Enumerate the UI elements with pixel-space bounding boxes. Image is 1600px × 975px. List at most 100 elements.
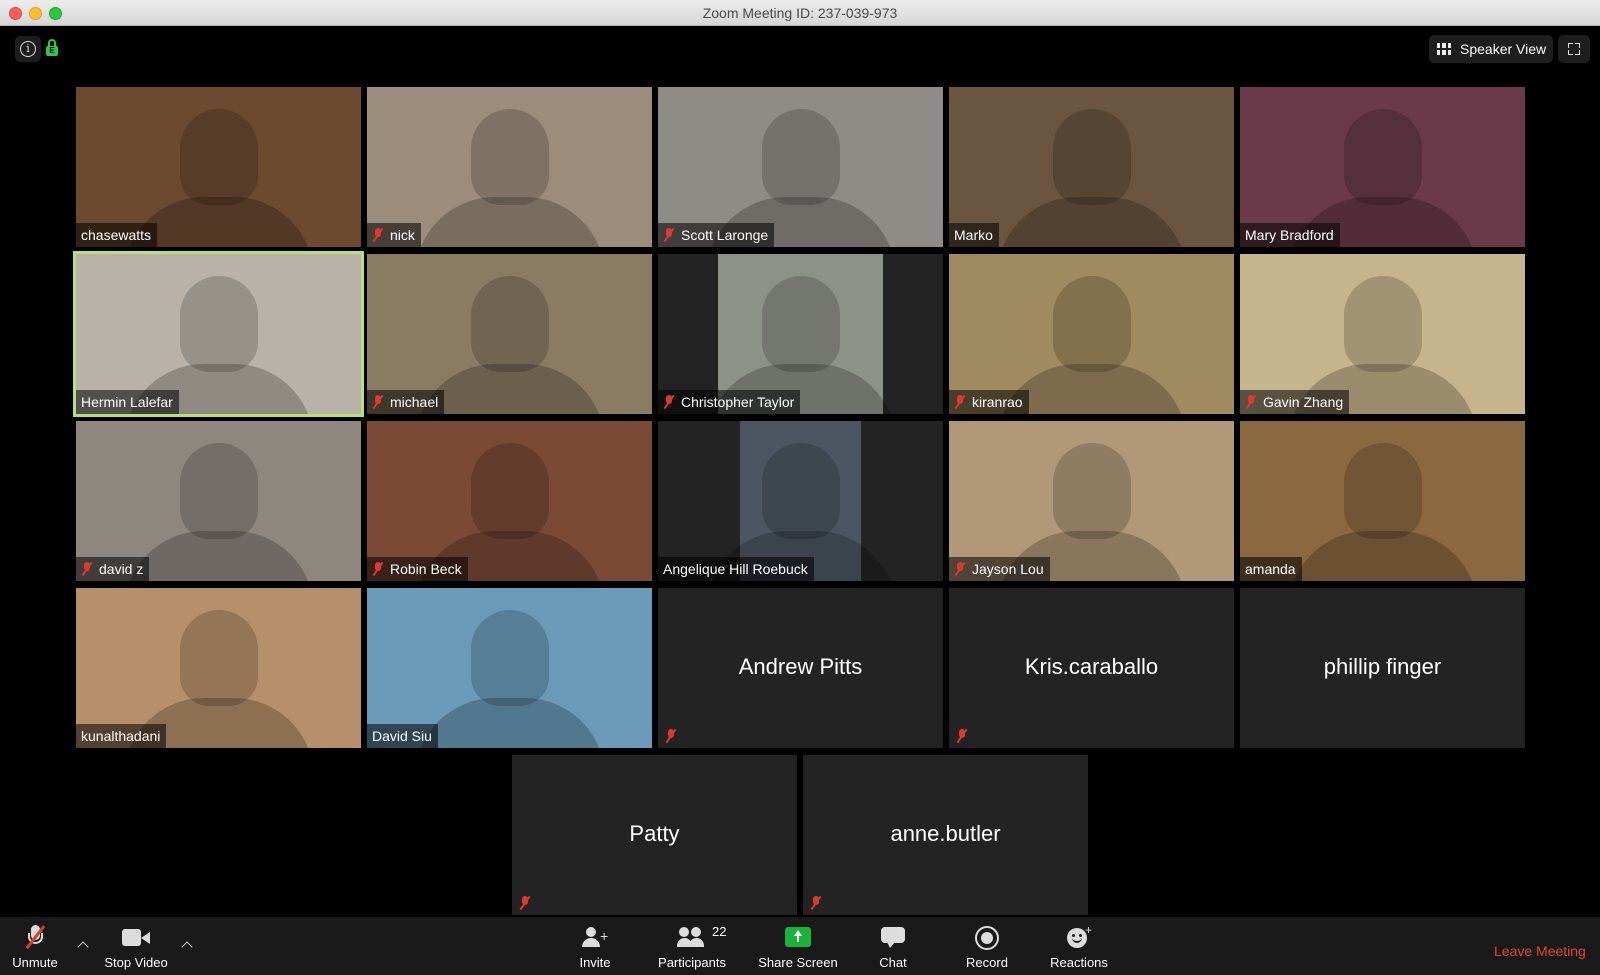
microphone-muted-icon: [372, 562, 384, 576]
participant-name-tag: Jayson Lou: [949, 557, 1050, 581]
participant-name: Scott Laronge: [681, 227, 769, 243]
participant-name-tag: [658, 724, 689, 748]
encryption-lock-icon[interactable]: E: [46, 39, 58, 57]
participant-name-tag: amanda: [1240, 557, 1302, 581]
participant-name: David Siu: [372, 728, 432, 744]
microphone-muted-icon: [663, 228, 675, 242]
participant-name-tag: kunalthadani: [76, 724, 167, 748]
participant-tile[interactable]: David Siu: [367, 588, 652, 748]
participant-tile[interactable]: kiranrao: [949, 254, 1234, 414]
leave-meeting-button[interactable]: Leave Meeting: [1494, 943, 1586, 959]
fullscreen-button[interactable]: [1558, 35, 1590, 63]
stop-video-label: Stop Video: [104, 955, 168, 970]
unmute-button[interactable]: Unmute: [6, 917, 64, 975]
unmute-label: Unmute: [12, 955, 58, 970]
participant-tile[interactable]: michael: [367, 254, 652, 414]
participant-tile[interactable]: Andrew Pitts: [658, 588, 943, 748]
participant-name: Gavin Zhang: [1263, 394, 1344, 410]
participant-name-tag: Marko: [949, 223, 999, 247]
invite-label: Invite: [579, 955, 611, 970]
record-button[interactable]: Record: [962, 917, 1012, 975]
meeting-info-button[interactable]: i: [15, 36, 41, 62]
participant-name: kunalthadani: [81, 728, 161, 744]
microphone-muted-icon: [954, 395, 966, 409]
microphone-muted-icon: [810, 896, 822, 910]
participant-name-tag: michael: [367, 390, 445, 414]
participant-count: 22: [712, 924, 727, 939]
participant-tile[interactable]: Gavin Zhang: [1240, 254, 1525, 414]
participant-name: Angelique Hill Roebuck: [663, 561, 808, 577]
share-screen-button[interactable]: Share Screen: [756, 917, 840, 975]
participant-name-tag: [512, 891, 543, 915]
participant-name-tag: Robin Beck: [367, 557, 468, 581]
participant-tile[interactable]: Hermin Lalefar: [73, 251, 364, 417]
microphone-muted-icon: [372, 395, 384, 409]
participant-name: Hermin Lalefar: [81, 394, 173, 410]
participant-display-name: phillip finger: [1323, 654, 1442, 679]
participant-tile[interactable]: anne.butler: [803, 755, 1088, 915]
participant-name: chasewatts: [81, 227, 152, 243]
share-screen-icon: [785, 927, 811, 947]
participant-name: Jayson Lou: [972, 561, 1044, 577]
chat-bubble-icon: [881, 927, 905, 948]
meeting-controls-toolbar: Unmute Stop Video + Invite 22 Participan…: [0, 917, 1600, 975]
info-icon: i: [20, 41, 36, 57]
participant-name: kiranrao: [972, 394, 1023, 410]
participant-tile[interactable]: Christopher Taylor: [658, 254, 943, 414]
participant-display-name: Andrew Pitts: [738, 654, 863, 679]
video-camera-icon: [122, 929, 150, 947]
participant-name: michael: [390, 394, 439, 410]
participant-name: Mary Bradford: [1245, 227, 1334, 243]
chat-button[interactable]: Chat: [872, 917, 914, 975]
speaker-view-label: Speaker View: [1460, 41, 1547, 57]
record-icon: [975, 926, 999, 950]
microphone-muted-icon: [81, 562, 93, 576]
participant-name-tag: kiranrao: [949, 390, 1029, 414]
participant-tile[interactable]: Patty: [512, 755, 797, 915]
participant-tile[interactable]: kunalthadani: [76, 588, 361, 748]
participant-name-tag: Christopher Taylor: [658, 390, 801, 414]
participant-name-tag: Gavin Zhang: [1240, 390, 1350, 414]
participant-tile[interactable]: Kris.caraballo: [949, 588, 1234, 748]
stop-video-button[interactable]: Stop Video: [100, 917, 172, 975]
participants-label: Participants: [658, 955, 726, 970]
participant-name: nick: [390, 227, 415, 243]
microphone-muted-icon: [665, 729, 677, 743]
participant-tile[interactable]: amanda: [1240, 421, 1525, 581]
participants-button[interactable]: 22 Participants: [654, 917, 730, 975]
participant-name: Christopher Taylor: [681, 394, 795, 410]
participant-tile[interactable]: david z: [76, 421, 361, 581]
participant-display-name: anne.butler: [890, 821, 1001, 846]
participant-name: Marko: [954, 227, 993, 243]
participant-tile[interactable]: Marko: [949, 87, 1234, 247]
reactions-button[interactable]: + Reactions: [1048, 917, 1110, 975]
reactions-label: Reactions: [1050, 955, 1108, 970]
microphone-muted-icon: [956, 729, 968, 743]
participant-tile[interactable]: Jayson Lou: [949, 421, 1234, 581]
window-title: Zoom Meeting ID: 237-039-973: [702, 5, 898, 21]
video-options-chevron-icon[interactable]: [180, 939, 194, 953]
participant-tile[interactable]: Robin Beck: [367, 421, 652, 581]
microphone-muted-icon: [663, 395, 675, 409]
audio-options-chevron-icon[interactable]: [76, 939, 90, 953]
microphone-muted-icon: [954, 562, 966, 576]
participant-name-tag: [949, 724, 980, 748]
participant-name-tag: Mary Bradford: [1240, 223, 1340, 247]
participant-name-tag: David Siu: [367, 724, 438, 748]
speaker-view-button[interactable]: Speaker View: [1429, 35, 1553, 63]
participant-tile[interactable]: Mary Bradford: [1240, 87, 1525, 247]
participant-tile[interactable]: phillip finger: [1240, 588, 1525, 748]
share-screen-label: Share Screen: [758, 955, 838, 970]
microphone-muted-icon: [519, 896, 531, 910]
participant-name: amanda: [1245, 561, 1296, 577]
microphone-muted-icon: [24, 925, 46, 951]
participant-tile[interactable]: nick: [367, 87, 652, 247]
microphone-muted-icon: [372, 228, 384, 242]
participant-tile[interactable]: Angelique Hill Roebuck: [658, 421, 943, 581]
participant-name-tag: david z: [76, 557, 150, 581]
participant-display-name: Kris.caraballo: [1024, 654, 1159, 679]
invite-button[interactable]: + Invite: [570, 917, 620, 975]
add-person-icon: +: [582, 927, 608, 949]
participant-tile[interactable]: Scott Laronge: [658, 87, 943, 247]
participant-tile[interactable]: chasewatts: [76, 87, 361, 247]
